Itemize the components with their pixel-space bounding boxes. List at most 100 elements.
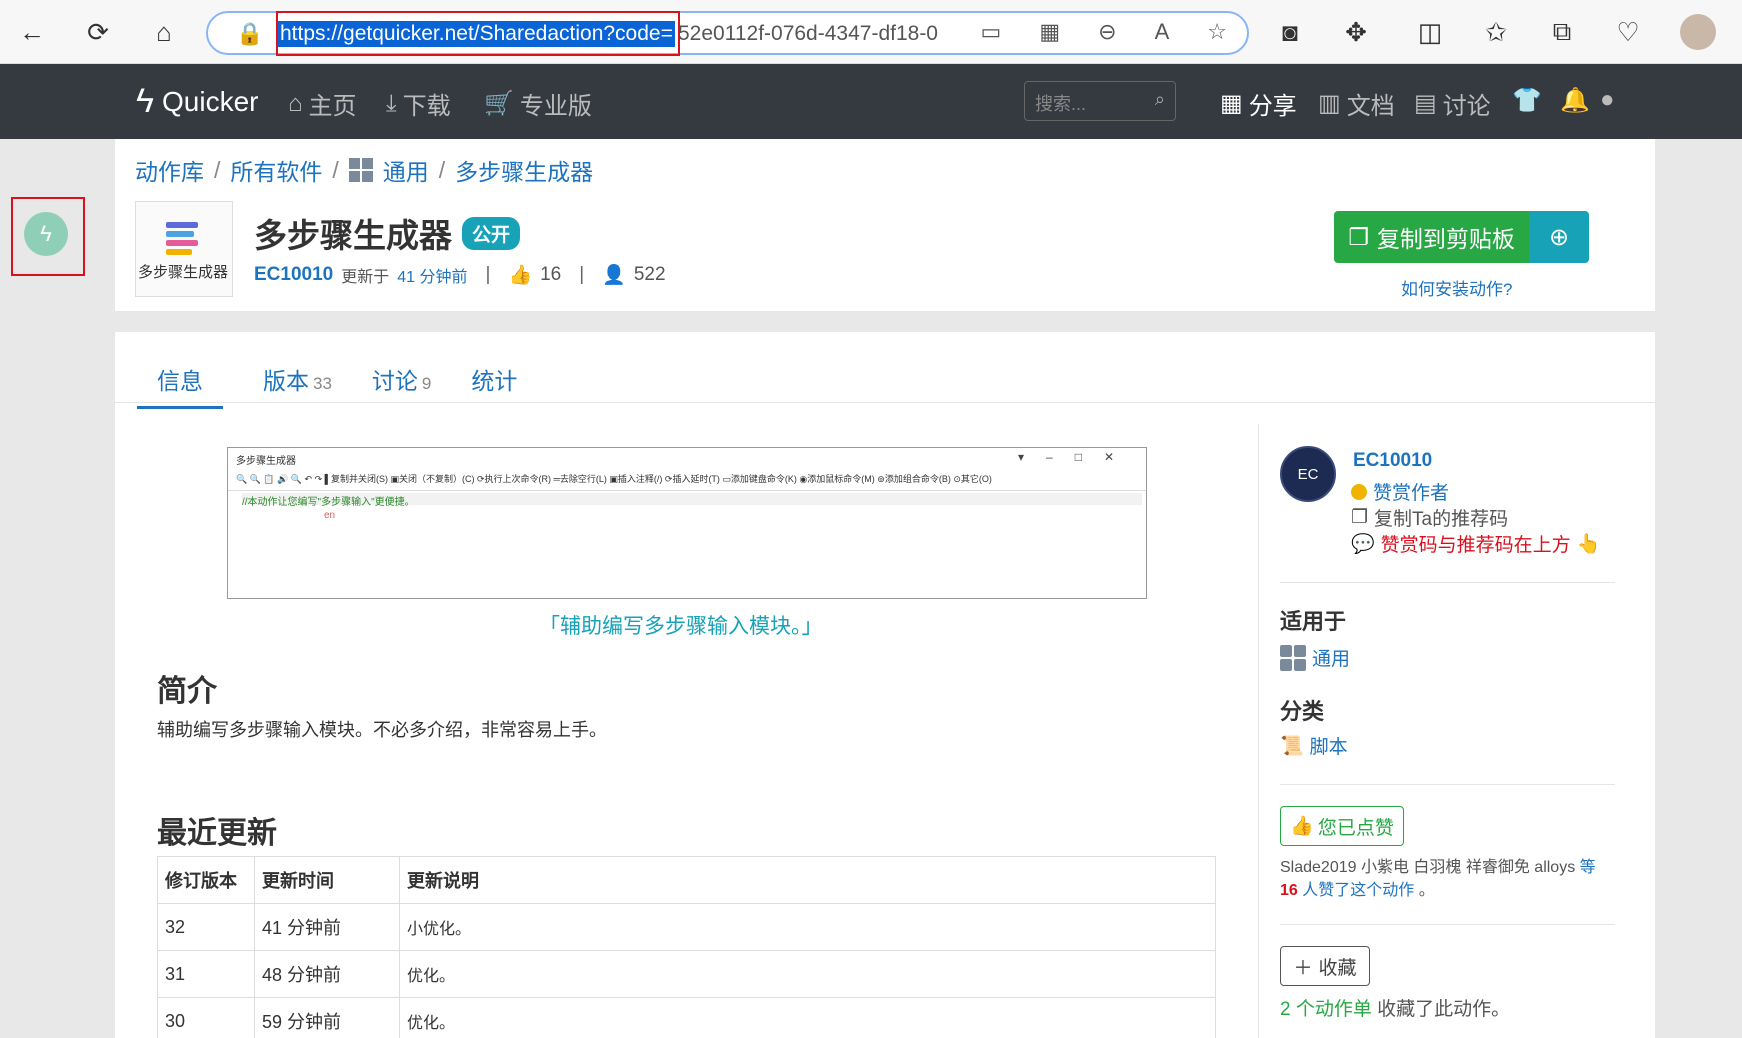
likers-text: Slade2019 小紫电 白羽槐 祥睿御免 alloys 等 16 人赞了这个…: [1280, 859, 1596, 899]
books-icon: ▥: [1318, 90, 1341, 117]
bolt-icon: ϟ: [136, 82, 154, 120]
intro-heading: 简介: [157, 675, 217, 708]
user-icon[interactable]: ●: [1600, 86, 1615, 114]
intro-text: 辅助编写多步骤输入模块。不必多介绍，非常容易上手。: [157, 720, 607, 740]
shirt-icon[interactable]: 👕: [1512, 86, 1542, 115]
favorites-text: 2 个动作单 收藏了此动作。: [1280, 999, 1511, 1020]
sidebar-author-link[interactable]: EC10010: [1353, 450, 1432, 472]
users-count: 522: [633, 264, 666, 285]
health-icon[interactable]: ♡: [1610, 14, 1646, 50]
col-notes: 更新说明: [399, 856, 1216, 904]
collections-icon[interactable]: ⧉: [1544, 14, 1580, 50]
tab-divider: [115, 402, 1655, 403]
users-icon: 👤: [602, 265, 626, 286]
thumbnail-caption: 多步骤生成器: [138, 264, 229, 281]
how-to-install-link[interactable]: 如何安装动作?: [1401, 275, 1512, 300]
liked-button[interactable]: 👍 您已点赞: [1280, 806, 1404, 846]
category-heading: 分类: [1280, 699, 1325, 724]
favorite-star-icon[interactable]: ☆: [1207, 19, 1227, 45]
action-thumbnail: 多步骤生成器: [135, 201, 233, 297]
quicker-float-icon[interactable]: ϟ: [24, 212, 68, 256]
table-row: 30 59 分钟前 优化。: [157, 997, 1216, 1038]
nav-share[interactable]: ▦ 分享: [1220, 86, 1297, 121]
col-time: 更新时间: [254, 856, 400, 904]
table-header-row: 修订版本 更新时间 更新说明: [157, 856, 1216, 904]
action-title: 多步骤生成器: [254, 217, 452, 254]
split-screen-icon[interactable]: ◫: [1412, 14, 1448, 50]
home-nav-icon: ⌂: [288, 89, 303, 117]
zoom-out-icon[interactable]: ⊖: [1098, 19, 1116, 45]
browser-toolbar: ← ⟳ ⌂ 🔒 https://getquicker.net/Sharedact…: [0, 0, 1742, 64]
chat-bubble-icon: 💬: [1351, 533, 1375, 555]
screenshot-title: 多步骤生成器: [236, 456, 296, 467]
nav-home[interactable]: ⌂ 主页: [288, 86, 357, 121]
action-screenshot[interactable]: 多步骤生成器 ▾–□✕ 🔍 🔍 📋 🔊 🔍 ↶ ↷ ▌复制并关闭(S) ▣关闭（…: [227, 447, 1147, 599]
nav-pro[interactable]: 🛒 专业版: [484, 86, 592, 121]
screenshot-comment: //本动作让您编写"多步骤输入"更便捷。: [242, 493, 1142, 508]
grid-icon: [1280, 644, 1306, 671]
search-input[interactable]: 搜索... ⌕: [1024, 81, 1176, 121]
favorite-button[interactable]: ＋ 收藏: [1280, 946, 1370, 986]
thumbs-up-icon: 👍: [508, 265, 533, 286]
crumb-all-software[interactable]: 所有软件: [230, 153, 322, 187]
lock-icon[interactable]: 🔒: [236, 21, 263, 47]
nav-download[interactable]: ⤓ 下载: [386, 86, 451, 121]
recent-updates-table: 修订版本 更新时间 更新说明 32 41 分钟前 小优化。 31 48 分钟前 …: [157, 856, 1216, 1038]
read-aloud-icon[interactable]: A: [1155, 19, 1170, 45]
copy-ref-link[interactable]: ❐ 复制Ta的推荐码: [1351, 504, 1508, 531]
action-detail-card: 信息 版本 33 讨论 9 统计 多步骤生成器 ▾–□✕ 🔍 🔍 📋 🔊 🔍 ↶ ↷…: [115, 332, 1655, 1038]
copy-icon: ❐: [1348, 223, 1369, 250]
action-meta: EC10010 更新于 41 分钟前 | 👍 16 | 👤 522: [254, 263, 666, 287]
thumbs-up-icon: 👍: [1290, 816, 1314, 837]
preview-button[interactable]: ⊕: [1529, 211, 1589, 263]
refresh-icon[interactable]: ⟳: [80, 14, 116, 50]
category-script-link[interactable]: 📜 脚本: [1280, 732, 1348, 759]
pointing-hand-icon: 👆: [1576, 533, 1601, 555]
applies-general-link[interactable]: 通用: [1280, 644, 1350, 671]
quicker-logo[interactable]: ϟ Quicker: [136, 82, 258, 121]
scroll-icon: 📜: [1280, 735, 1304, 757]
extension-icon[interactable]: ◙: [1272, 14, 1308, 50]
back-icon[interactable]: ←: [14, 14, 50, 50]
coin-icon: [1351, 483, 1367, 500]
bell-icon[interactable]: 🔔: [1560, 86, 1590, 115]
crumb-current[interactable]: 多步骤生成器: [455, 153, 593, 187]
likes-count: 16: [540, 264, 562, 285]
recent-heading: 最近更新: [157, 817, 277, 850]
public-badge: 公开: [462, 216, 521, 250]
url-highlight-box: [276, 11, 680, 56]
url-rest-text[interactable]: 52e0112f-076d-4347-df18-0: [678, 21, 938, 47]
device-icon[interactable]: ▭: [981, 19, 1002, 45]
author-link[interactable]: EC10010: [254, 264, 333, 286]
author-avatar[interactable]: EC: [1280, 446, 1336, 502]
cart-icon: 🛒: [484, 90, 514, 117]
crumb-general[interactable]: 通用: [383, 153, 429, 187]
breadcrumb: 动作库 / 所有软件 / 通用 / 多步骤生成器: [135, 153, 593, 187]
table-row: 32 41 分钟前 小优化。: [157, 903, 1216, 951]
steps-icon: [166, 222, 204, 256]
updated-time[interactable]: 41 分钟前: [397, 263, 467, 287]
grid-icon: ▦: [1220, 90, 1243, 117]
window-controls-icon: ▾–□✕: [1018, 450, 1136, 464]
crumb-lib[interactable]: 动作库: [135, 153, 204, 187]
sidebar-notice: 💬 赞赏码与推荐码在上方 👆: [1351, 533, 1601, 557]
col-version: 修订版本: [157, 856, 255, 904]
screenshot-toolbar: 🔍 🔍 📋 🔊 🔍 ↶ ↷ ▌复制并关闭(S) ▣关闭（不复制）(C) ⟳执行上…: [236, 474, 992, 484]
copy-ref-icon: ❐: [1351, 507, 1369, 528]
search-icon[interactable]: ⌕: [1155, 89, 1165, 110]
action-header-card: 动作库 / 所有软件 / 通用 / 多步骤生成器 多步骤生成器 多步骤生成器 公…: [115, 139, 1655, 311]
copy-to-clipboard-button[interactable]: ❐ 复制到剪贴板: [1334, 211, 1529, 263]
favorites-icon[interactable]: ✩: [1478, 14, 1514, 50]
apps-icon[interactable]: ▦: [1039, 19, 1060, 45]
sidebar-divider: [1258, 424, 1259, 1038]
nav-docs[interactable]: ▥ 文档: [1318, 86, 1395, 121]
sponsor-link[interactable]: 赞赏作者: [1351, 478, 1449, 505]
comments-icon: ▤: [1414, 90, 1437, 117]
puzzle-icon[interactable]: ✥: [1338, 14, 1374, 50]
profile-avatar[interactable]: [1680, 14, 1716, 50]
nav-discuss[interactable]: ▤ 讨论: [1414, 86, 1491, 121]
home-icon[interactable]: ⌂: [146, 14, 182, 50]
screenshot-caption: 「辅助编写多步骤输入模块。」: [539, 615, 823, 638]
site-navbar: ϟ Quicker ⌂ 主页 ⤓ 下载 🛒 专业版 搜索... ⌕ ▦ 分享 ▥ 文档 ▤…: [0, 64, 1742, 139]
download-icon: ⤓: [386, 89, 397, 117]
